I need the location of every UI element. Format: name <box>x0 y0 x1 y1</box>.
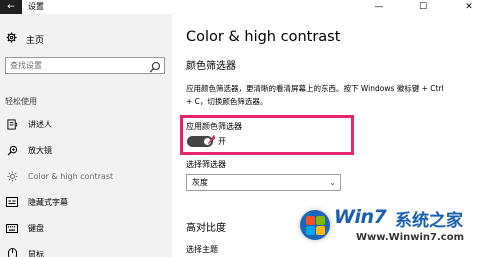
filter-select-value: 灰度 <box>192 178 208 187</box>
watermark-url: Www.Winwin7.com <box>356 232 465 243</box>
keyboard-icon <box>6 222 18 234</box>
title-bar: ← 设置 — ☐ ✕ <box>0 0 493 14</box>
filter-select[interactable]: 灰度 ⌄ <box>186 174 341 191</box>
back-button[interactable]: ← <box>0 0 22 14</box>
sidebar-item-narrator[interactable]: 讲述人 <box>6 117 52 131</box>
sidebar-item-mouse[interactable]: 鼠标 <box>6 247 44 257</box>
gear-icon <box>6 32 18 46</box>
search-input[interactable]: 查找设置 <box>5 57 165 74</box>
sidebar-item-closed-captions[interactable]: 隐藏式字幕 <box>6 195 68 209</box>
sidebar-item-magnifier[interactable]: 放大镜 <box>6 143 52 157</box>
sidebar-home-label: 主页 <box>26 35 45 46</box>
choose-theme-label: 选择主题 <box>186 245 218 254</box>
toggle-state-text: 开 <box>218 137 226 146</box>
watermark: Win7 系统之家 Www.Winwin7.com <box>296 196 493 257</box>
watermark-brand: Win7 <box>334 206 387 228</box>
color-filter-heading: 颜色筛选器 <box>186 61 236 72</box>
color-filter-description: 应用颜色筛选器，更清晰的看清屏幕上的东西。按下 Windows 徽标键 + Ct… <box>186 84 444 106</box>
sidebar-item-label: 键盘 <box>28 223 44 233</box>
close-button[interactable]: ✕ <box>445 0 493 14</box>
mouse-cursor-icon <box>207 130 216 149</box>
search-icon[interactable] <box>149 59 161 73</box>
select-filter-label: 选择筛选器 <box>186 160 226 169</box>
sidebar-item-color-high-contrast[interactable]: Color & high contrast <box>6 169 113 183</box>
closed-captions-icon <box>6 196 18 208</box>
mouse-icon <box>6 248 18 257</box>
search-placeholder: 查找设置 <box>10 61 42 70</box>
color-contrast-icon <box>6 170 18 182</box>
sidebar: 主页 查找设置 轻松使用 讲述人 放大镜 Color & high contra… <box>0 14 172 257</box>
page-title: Color & high contrast <box>186 29 341 45</box>
sidebar-item-label: 鼠标 <box>28 249 44 257</box>
sidebar-home[interactable]: 主页 <box>6 32 44 46</box>
sidebar-item-label: Color & high contrast <box>28 171 114 181</box>
chevron-down-icon: ⌄ <box>329 178 336 187</box>
sidebar-item-keyboard[interactable]: 键盘 <box>6 221 44 235</box>
sidebar-item-label: 放大镜 <box>28 145 52 155</box>
sidebar-item-label: 隐藏式字幕 <box>28 197 68 207</box>
sidebar-section-title: 轻松使用 <box>5 97 37 106</box>
sidebar-item-label: 讲述人 <box>28 119 52 129</box>
minimize-button[interactable]: — <box>357 0 401 14</box>
window-title: 设置 <box>28 2 44 11</box>
maximize-button[interactable]: ☐ <box>401 0 445 14</box>
magnifier-icon <box>6 144 18 156</box>
high-contrast-heading: 高对比度 <box>186 223 226 234</box>
narrator-icon <box>6 118 18 130</box>
watermark-brand-cn: 系统之家 <box>395 211 463 231</box>
windows-logo-icon <box>300 210 330 240</box>
